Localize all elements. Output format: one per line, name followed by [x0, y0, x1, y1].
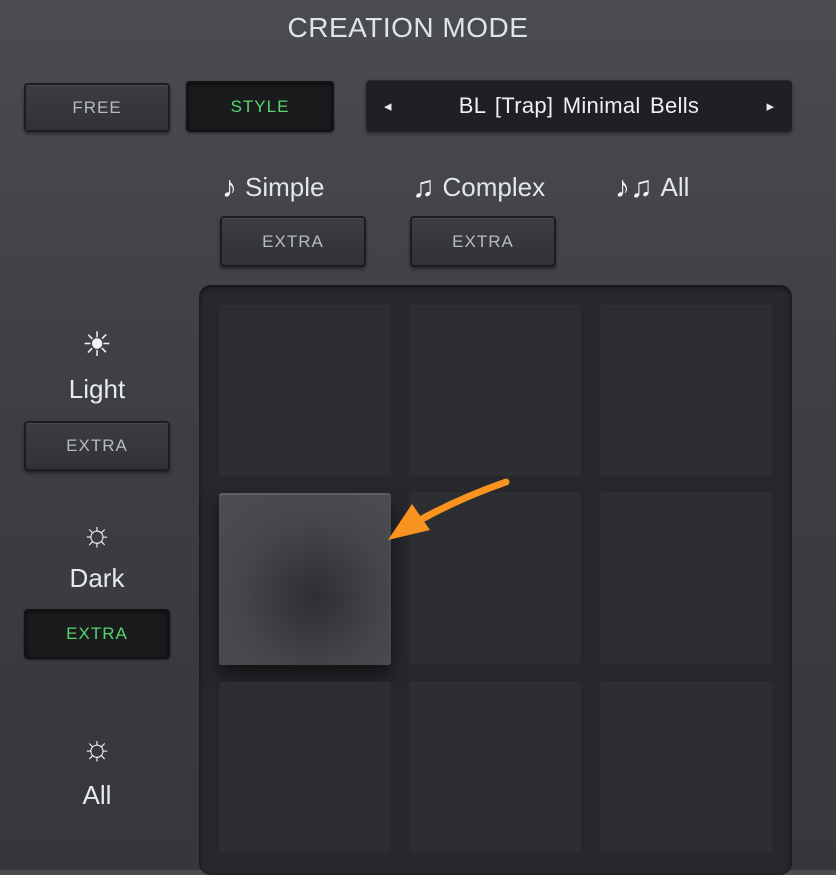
pad-2-3[interactable] — [600, 493, 772, 664]
pad-2-1-selected[interactable] — [219, 493, 391, 665]
pad-1-2[interactable] — [409, 305, 581, 476]
preset-selector[interactable]: ◂ BL [Trap] Minimal Bells ▸ — [366, 80, 792, 132]
all-notes-icon: ♪♫ — [615, 170, 653, 204]
light-extra-button[interactable]: EXTRA — [24, 421, 170, 471]
pad-1-1[interactable] — [219, 305, 391, 476]
next-preset-icon[interactable]: ▸ — [760, 93, 780, 119]
complexity-complex-label: Complex — [442, 172, 546, 202]
brightness-light-label[interactable]: Light — [24, 374, 170, 405]
complexity-complex[interactable]: ♫ Complex — [412, 172, 545, 203]
pad-3-2[interactable] — [409, 682, 581, 853]
all-brightness-icon[interactable]: ☼ — [24, 731, 170, 765]
complexity-all[interactable]: ♪♫ All — [615, 172, 689, 203]
complexity-simple-label: Simple — [245, 172, 325, 202]
brightness-dark-label[interactable]: Dark — [24, 563, 170, 594]
style-mode-button[interactable]: STYLE — [186, 81, 334, 132]
complexity-simple[interactable]: ♪ Simple — [222, 172, 324, 203]
previous-preset-icon[interactable]: ◂ — [378, 93, 398, 119]
pad-3-3[interactable] — [600, 682, 772, 853]
eighth-note-icon: ♪ — [222, 170, 237, 204]
dark-extra-button[interactable]: EXTRA — [24, 609, 170, 659]
complex-extra-button[interactable]: EXTRA — [410, 216, 556, 267]
preset-name: BL [Trap] Minimal Bells — [458, 93, 700, 118]
free-mode-button[interactable]: FREE — [24, 83, 170, 132]
pad-3-1[interactable] — [219, 682, 391, 853]
simple-extra-button[interactable]: EXTRA — [220, 216, 366, 267]
page-title: CREATION MODE — [287, 12, 529, 43]
pad-grid — [199, 285, 792, 875]
light-sun-icon[interactable]: ☀ — [24, 328, 170, 362]
pad-1-3[interactable] — [600, 305, 772, 476]
beamed-notes-icon: ♫ — [412, 170, 435, 204]
dark-sun-icon[interactable]: ☼ — [24, 517, 170, 551]
brightness-all-label[interactable]: All — [24, 780, 170, 811]
complexity-all-label: All — [660, 172, 690, 202]
annotation-arrow-icon — [388, 478, 510, 540]
